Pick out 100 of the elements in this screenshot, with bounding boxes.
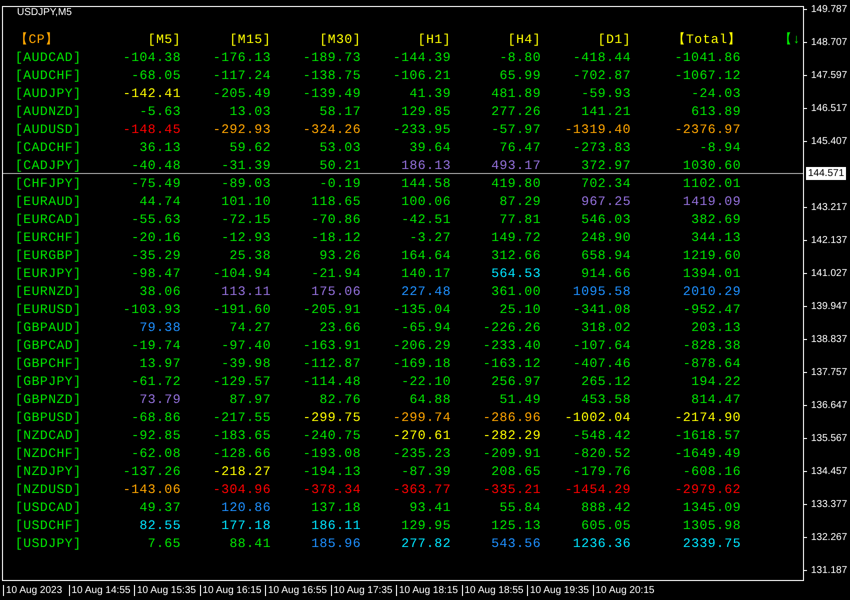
value-cell-text: -183.65 <box>212 428 271 444</box>
value-cell-text: -31.39 <box>220 158 271 173</box>
price-label: 134.457 <box>811 466 848 476</box>
value-cell-text: -205.91 <box>302 302 361 317</box>
value-cell-text: -176.13 <box>212 50 271 65</box>
value-cell-text: 87.97 <box>228 392 271 408</box>
value-cell-text: -952.47 <box>682 302 741 317</box>
value-cell-text: -97.40 <box>220 338 271 354</box>
pair-label: [GBPCAD] <box>15 338 82 354</box>
value-cell-text: 208.65 <box>490 464 541 480</box>
value-cell-text: -18.12 <box>310 230 361 245</box>
value-cell-text: -163.91 <box>302 338 361 354</box>
value-cell-text: 248.90 <box>580 230 631 245</box>
value-cell-text: 140.17 <box>400 266 451 281</box>
pair-label: [AUDCAD] <box>15 50 82 65</box>
value-cell-text: -92.85 <box>130 428 181 444</box>
value-cell-text: 814.47 <box>690 392 741 408</box>
price-label: 137.757 <box>811 366 848 378</box>
value-cell-text: -270.61 <box>392 428 451 444</box>
value-cell-text: -148.45 <box>122 122 181 137</box>
pair-label: [AUDCHF] <box>15 68 82 83</box>
value-cell-text: 51.49 <box>498 392 541 408</box>
time-label: 10 Aug 15:35 <box>134 585 200 596</box>
value-cell-text: -0.19 <box>318 176 361 191</box>
value-cell-text: 25.38 <box>228 248 271 263</box>
value-cell-text: 1219.60 <box>682 248 741 263</box>
value-cell-text: -226.26 <box>482 320 541 336</box>
pair-label: [NZDCHF] <box>15 446 82 462</box>
price-label: 136.647 <box>811 400 848 410</box>
value-cell-text: 41.39 <box>408 86 451 101</box>
pair-label: [GBPAUD] <box>15 320 82 336</box>
value-cell-text: 1030.60 <box>682 158 741 173</box>
value-cell-text: -209.91 <box>482 446 541 462</box>
value-cell-text: -89.03 <box>220 176 271 191</box>
value-cell-text: 967.25 <box>580 194 631 209</box>
value-cell-text: -335.21 <box>482 482 541 498</box>
value-cell-text: -143.06 <box>122 482 181 498</box>
value-cell-text: -324.26 <box>302 122 361 137</box>
time-label: 10 Aug 2023 <box>3 585 68 596</box>
price-label: 135.567 <box>811 432 848 444</box>
value-cell-text: -2174.90 <box>674 410 741 426</box>
pair-label: [EURNZD] <box>15 284 82 299</box>
value-cell-text: 76.47 <box>498 140 541 155</box>
value-cell-text: -1454.29 <box>564 482 631 498</box>
value-cell-text: 1419.09 <box>682 194 741 209</box>
value-cell-text: 1345.09 <box>682 500 741 516</box>
value-cell-text: -233.40 <box>482 338 541 354</box>
value-cell-text: -286.96 <box>482 410 541 426</box>
value-cell-text: 144.58 <box>400 176 451 191</box>
value-cell-text: -22.10 <box>400 374 451 390</box>
value-cell-text: -142.41 <box>122 86 181 101</box>
value-cell-text: 1305.98 <box>682 518 741 534</box>
value-cell-text: -107.64 <box>572 338 631 354</box>
value-cell-text: 55.84 <box>498 500 541 516</box>
value-cell-text: -5.63 <box>138 104 181 119</box>
value-cell-text: 44.74 <box>138 194 181 209</box>
value-cell-text: 93.41 <box>408 500 451 516</box>
value-cell-text: 203.13 <box>690 320 741 336</box>
column-header: 【CP】 <box>15 31 60 48</box>
value-cell-text: -104.38 <box>122 50 181 65</box>
value-cell-text: 25.10 <box>498 302 541 317</box>
value-cell-text: 118.65 <box>310 194 361 209</box>
value-cell-text: -104.94 <box>212 266 271 281</box>
pair-label: [GBPCHF] <box>15 356 82 372</box>
value-cell-text: -273.83 <box>572 140 631 155</box>
price-label: 147.597 <box>811 70 848 80</box>
time-label: 10 Aug 19:35 <box>527 585 592 596</box>
value-cell-text: -3.27 <box>408 230 451 245</box>
value-cell-text: -65.94 <box>400 320 451 336</box>
value-cell-text: 2010.29 <box>682 284 741 299</box>
value-cell-text: -2376.97 <box>674 122 741 137</box>
pair-label: [EURAUD] <box>15 194 82 209</box>
pair-label: [GBPJPY] <box>15 374 82 390</box>
value-cell-text: 58.17 <box>318 104 361 119</box>
value-cell-text: -103.93 <box>122 302 181 317</box>
value-cell-text: -548.42 <box>572 428 631 444</box>
value-cell-text: -20.16 <box>130 230 181 245</box>
value-cell-text: -878.64 <box>682 356 741 372</box>
pair-label: [GBPUSD] <box>15 410 82 426</box>
value-cell-text: 36.13 <box>138 140 181 155</box>
value-cell-text: -57.97 <box>490 122 541 137</box>
value-cell-text: 88.41 <box>228 536 271 552</box>
value-cell-text: 7.65 <box>146 536 181 552</box>
pair-label: [EURUSD] <box>15 302 82 317</box>
value-cell-text: -418.44 <box>572 50 631 65</box>
value-cell-text: 186.11 <box>310 518 361 534</box>
value-cell-text: 50.21 <box>318 158 361 173</box>
pair-label: [NZDJPY] <box>15 464 82 480</box>
value-cell-text: -137.26 <box>122 464 181 480</box>
value-cell-text: 2339.75 <box>682 536 741 552</box>
time-label: 10 Aug 18:55 <box>462 585 527 596</box>
current-price-label: 144.571 <box>805 166 848 181</box>
value-cell-text: 59.62 <box>228 140 271 155</box>
value-cell-text: -702.87 <box>572 68 631 83</box>
pair-label: [EURCHF] <box>15 230 82 245</box>
value-cell-text: 125.13 <box>490 518 541 534</box>
value-cell-text: -39.98 <box>220 356 271 372</box>
value-cell-text: 702.34 <box>580 176 631 191</box>
value-cell-text: 372.97 <box>580 158 631 173</box>
value-cell-text: 82.76 <box>318 392 361 408</box>
